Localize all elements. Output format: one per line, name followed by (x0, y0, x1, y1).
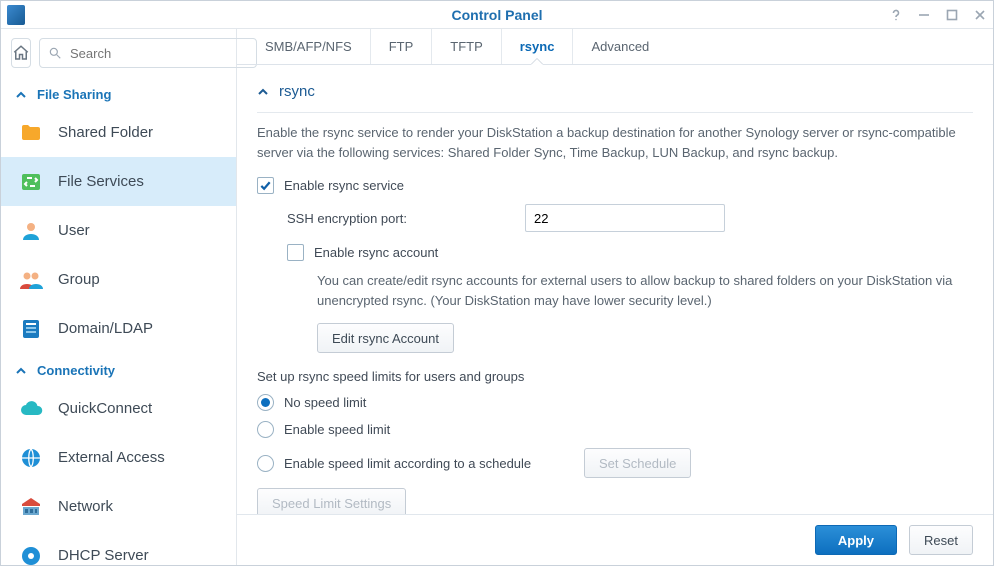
close-icon[interactable] (973, 8, 987, 22)
speed-radio-enable-row: Enable speed limit (257, 421, 973, 438)
control-panel-window: Control Panel File Sharing (0, 0, 994, 566)
folder-icon (18, 120, 44, 146)
rsync-pane: rsync Enable the rsync service to render… (237, 65, 993, 514)
rsync-section-header[interactable]: rsync (257, 79, 973, 113)
home-button[interactable] (11, 38, 31, 68)
enable-rsync-account-checkbox[interactable] (287, 244, 304, 261)
sidebar-item-label: Shared Folder (58, 124, 153, 141)
section-connectivity[interactable]: Connectivity (1, 353, 236, 384)
rsync-account-note: You can create/edit rsync accounts for e… (257, 271, 973, 311)
sidebar-item-label: User (58, 222, 90, 239)
sidebar-item-label: Domain/LDAP (58, 320, 153, 337)
sidebar-item-shared-folder[interactable]: Shared Folder (1, 108, 236, 157)
tab-tftp[interactable]: TFTP (432, 29, 502, 64)
reset-button[interactable]: Reset (909, 525, 973, 555)
window-title: Control Panel (1, 7, 993, 23)
tab-advanced[interactable]: Advanced (573, 29, 667, 64)
sidebar-item-label: External Access (58, 449, 165, 466)
sidebar-item-label: DHCP Server (58, 547, 149, 564)
enable-rsync-service-row: Enable rsync service (257, 177, 973, 194)
section-connectivity-label: Connectivity (37, 363, 115, 378)
edit-rsync-account-button[interactable]: Edit rsync Account (317, 323, 454, 353)
speed-radio-schedule-label: Enable speed limit according to a schedu… (284, 456, 574, 471)
ldap-icon (18, 316, 44, 342)
content-area: SMB/AFP/NFS FTP TFTP rsync Advanced rsyn… (237, 29, 993, 565)
sidebar-item-dhcp-server[interactable]: DHCP Server (1, 531, 236, 580)
group-icon (18, 267, 44, 293)
sidebar-item-external-access[interactable]: External Access (1, 433, 236, 482)
speed-limit-subhead: Set up rsync speed limits for users and … (257, 369, 973, 384)
tabs: SMB/AFP/NFS FTP TFTP rsync Advanced (237, 29, 993, 65)
file-services-icon (18, 169, 44, 195)
sidebar-item-label: Group (58, 271, 100, 288)
speed-radio-schedule[interactable] (257, 455, 274, 472)
chevron-up-icon (15, 365, 27, 377)
speed-radio-none-row: No speed limit (257, 394, 973, 411)
globe-icon (18, 445, 44, 471)
home-icon (12, 44, 30, 62)
rsync-description: Enable the rsync service to render your … (257, 123, 973, 163)
titlebar: Control Panel (1, 1, 993, 29)
apply-button[interactable]: Apply (815, 525, 897, 555)
cloud-icon (18, 396, 44, 422)
search-field[interactable] (39, 38, 257, 68)
ssh-port-input[interactable] (525, 204, 725, 232)
speed-radio-enable[interactable] (257, 421, 274, 438)
sidebar-item-network[interactable]: Network (1, 482, 236, 531)
ssh-port-row: SSH encryption port: (257, 204, 973, 232)
enable-rsync-service-checkbox[interactable] (257, 177, 274, 194)
sidebar: File Sharing Shared Folder File Services… (1, 29, 237, 565)
section-file-sharing[interactable]: File Sharing (1, 77, 236, 108)
chevron-up-icon (257, 86, 269, 98)
sidebar-item-label: QuickConnect (58, 400, 152, 417)
tab-ftp[interactable]: FTP (371, 29, 433, 64)
footer: Apply Reset (237, 514, 993, 565)
help-icon[interactable] (889, 8, 903, 22)
tab-smb[interactable]: SMB/AFP/NFS (247, 29, 371, 64)
user-icon (18, 218, 44, 244)
section-file-sharing-label: File Sharing (37, 87, 111, 102)
enable-rsync-account-label: Enable rsync account (314, 245, 438, 260)
sidebar-top-row (1, 29, 236, 77)
dhcp-icon (18, 543, 44, 569)
chevron-up-icon (15, 89, 27, 101)
enable-rsync-service-label: Enable rsync service (284, 178, 404, 193)
speed-radio-schedule-row: Enable speed limit according to a schedu… (257, 448, 973, 478)
sidebar-item-domain-ldap[interactable]: Domain/LDAP (1, 304, 236, 353)
network-icon (18, 494, 44, 520)
sidebar-item-label: File Services (58, 173, 144, 190)
tab-rsync[interactable]: rsync (502, 29, 574, 64)
window-controls (889, 1, 987, 29)
sidebar-item-user[interactable]: User (1, 206, 236, 255)
sidebar-item-group[interactable]: Group (1, 255, 236, 304)
minimize-icon[interactable] (917, 8, 931, 22)
rsync-section-title: rsync (279, 83, 315, 100)
ssh-port-label: SSH encryption port: (287, 211, 525, 226)
enable-rsync-account-row: Enable rsync account (257, 244, 973, 261)
speed-radio-none[interactable] (257, 394, 274, 411)
search-input[interactable] (68, 45, 248, 62)
sidebar-item-quickconnect[interactable]: QuickConnect (1, 384, 236, 433)
speed-radio-none-label: No speed limit (284, 395, 366, 410)
sidebar-item-label: Network (58, 498, 113, 515)
maximize-icon[interactable] (945, 8, 959, 22)
search-icon (48, 46, 62, 60)
sidebar-item-file-services[interactable]: File Services (1, 157, 236, 206)
speed-radio-enable-label: Enable speed limit (284, 422, 390, 437)
speed-limit-settings-button[interactable]: Speed Limit Settings (257, 488, 406, 514)
set-schedule-button[interactable]: Set Schedule (584, 448, 691, 478)
